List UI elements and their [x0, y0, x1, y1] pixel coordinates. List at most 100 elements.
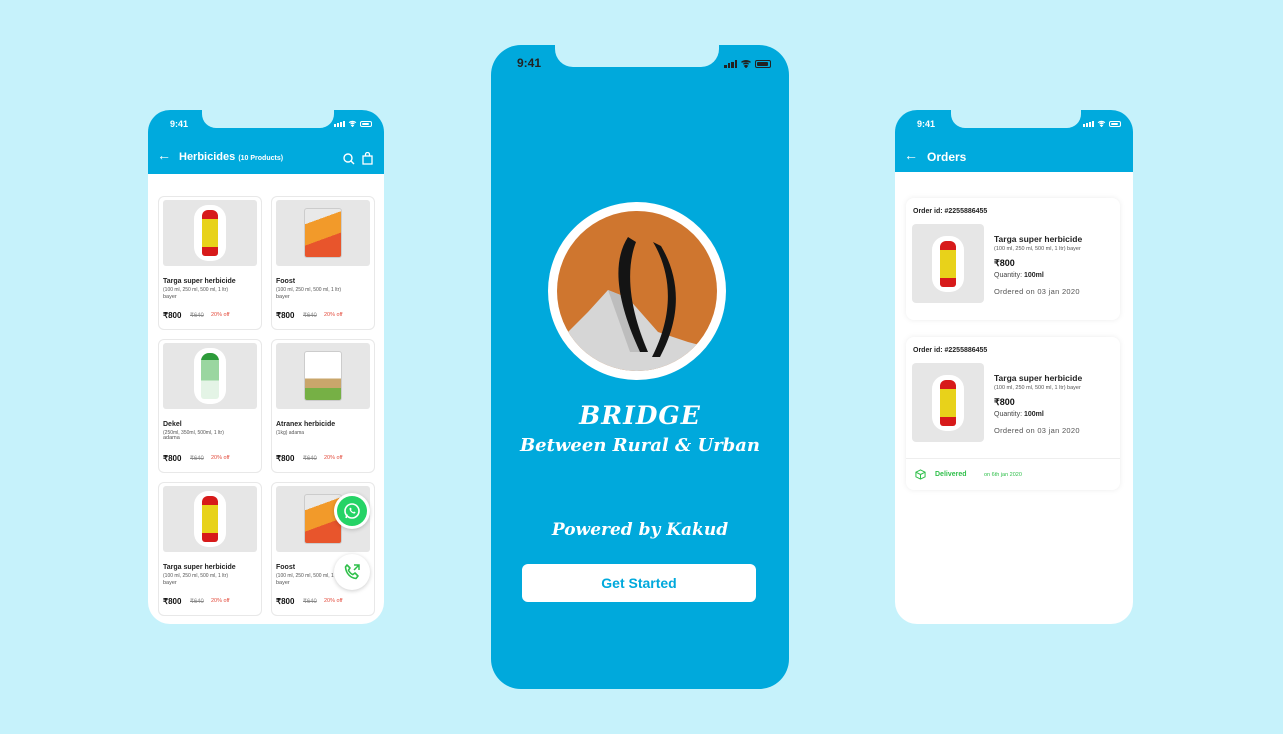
product-mrp: ₹640 [303, 456, 317, 462]
order-date: Ordered on 03 jan 2020 [994, 287, 1080, 296]
product-variants: (100 ml, 250 ml, 500 ml, 1 ltr) [276, 573, 342, 579]
status-icons [724, 59, 771, 68]
product-mrp: ₹640 [190, 313, 204, 319]
delivery-date: on 6th jan 2020 [984, 472, 1022, 478]
app-title: BRIDGE [579, 401, 701, 430]
order-card[interactable]: Order id: #2255886455 Targa super herbic… [906, 337, 1120, 490]
phone-notch [202, 110, 334, 128]
product-image [163, 343, 257, 409]
call-button[interactable] [334, 554, 370, 590]
discount-label: 20% off [324, 455, 343, 461]
battery-icon [755, 60, 771, 68]
product-card[interactable]: Dekel (250ml, 350ml, 500ml, 1 ltr) adama… [158, 339, 262, 473]
order-card[interactable]: Order id: #2255886455 Targa super herbic… [906, 198, 1120, 320]
product-image [163, 200, 257, 266]
signal-icon [334, 121, 345, 127]
bag-icon[interactable] [362, 152, 373, 165]
whatsapp-button[interactable] [334, 493, 370, 529]
product-brand: adama [163, 435, 180, 441]
product-variants: (100 ml, 250 ml, 500 ml, 1 ltr) [163, 287, 229, 293]
status-icons [334, 120, 372, 127]
powered-by-label: Powered by Kakud [551, 520, 729, 540]
product-brand: bayer [163, 294, 177, 300]
order-id: Order id: #2255886455 [913, 347, 988, 354]
phone-notch [951, 110, 1081, 128]
status-time: 9:41 [917, 119, 936, 129]
status-time: 9:41 [170, 119, 189, 129]
discount-label: 20% off [324, 312, 343, 318]
phone-call-icon [344, 564, 360, 580]
product-mrp: ₹640 [190, 599, 204, 605]
product-card[interactable]: Targa super herbicide (100 ml, 250 ml, 5… [158, 482, 262, 616]
wifi-icon [741, 60, 751, 68]
product-image [276, 343, 370, 409]
product-name: Foost [276, 564, 296, 571]
product-card[interactable]: Atranex herbicide (1kg) adama ₹800 ₹640 … [271, 339, 375, 473]
delivery-status: Delivered [935, 471, 967, 478]
product-name: Targa super herbicide [163, 278, 236, 285]
discount-label: 20% off [211, 598, 230, 604]
product-card[interactable]: Targa super herbicide (100 ml, 250 ml, 5… [158, 196, 262, 330]
product-price: ₹800 [163, 597, 182, 606]
signal-icon [1083, 121, 1094, 127]
discount-label: 20% off [211, 312, 230, 318]
back-arrow-icon[interactable]: ← [157, 147, 171, 163]
order-price: ₹800 [994, 397, 1015, 407]
back-arrow-icon[interactable]: ← [904, 147, 918, 163]
product-image [276, 200, 370, 266]
order-quantity: Quantity: 100ml [994, 411, 1044, 418]
order-quantity: Quantity: 100ml [994, 272, 1044, 279]
product-price: ₹800 [163, 311, 182, 320]
page-title: Orders [927, 150, 967, 164]
product-mrp: ₹640 [303, 313, 317, 319]
discount-label: 20% off [211, 455, 230, 461]
card-divider [906, 458, 1120, 459]
order-product-variants: (100 ml, 250 ml, 500 ml, 1 ltr) bayer [994, 246, 1081, 252]
page-title: Herbicides (10 Products) [179, 151, 283, 163]
order-product-name: Targa super herbicide [994, 373, 1083, 383]
product-price: ₹800 [276, 311, 295, 320]
product-card[interactable]: Foost (100 ml, 250 ml, 500 ml, 1 ltr) ba… [271, 196, 375, 330]
order-product-variants: (100 ml, 250 ml, 500 ml, 1 ltr) bayer [994, 385, 1081, 391]
product-list-screen: 9:41 ← Herbicides (10 Products) Targa su… [148, 110, 384, 624]
product-name: Targa super herbicide [163, 564, 236, 571]
category-title: Herbicides [179, 151, 236, 163]
battery-icon [1109, 121, 1121, 127]
product-mrp: ₹640 [303, 599, 317, 605]
package-icon [915, 469, 926, 480]
battery-icon [360, 121, 372, 127]
order-date: Ordered on 03 jan 2020 [994, 426, 1080, 435]
discount-label: 20% off [324, 598, 343, 604]
product-price: ₹800 [276, 597, 295, 606]
product-name: Atranex herbicide [276, 421, 336, 428]
phone-notch [555, 45, 719, 67]
product-count: (10 Products) [238, 155, 284, 162]
brand-logo [548, 202, 726, 380]
product-name: Dekel [163, 421, 182, 428]
get-started-button[interactable]: Get Started [522, 564, 756, 602]
splash-screen: 9:41 BRIDGE Between Rural & Urban Powere… [491, 45, 789, 689]
product-variants: (1kg) adama [276, 430, 305, 436]
order-price: ₹800 [994, 258, 1015, 268]
status-icons [1083, 120, 1121, 127]
search-icon[interactable] [343, 153, 355, 165]
wifi-icon [348, 120, 357, 127]
app-tagline: Between Rural & Urban [519, 435, 761, 456]
product-variants: (100 ml, 250 ml, 500 ml, 1 ltr) [276, 287, 342, 293]
order-product-image [912, 224, 984, 303]
signal-icon [724, 60, 737, 68]
product-name: Foost [276, 278, 296, 285]
product-brand: bayer [276, 580, 290, 586]
product-brand: bayer [276, 294, 290, 300]
product-image [163, 486, 257, 552]
product-price: ₹800 [276, 454, 295, 463]
product-mrp: ₹640 [190, 456, 204, 462]
order-product-name: Targa super herbicide [994, 234, 1083, 244]
product-variants: (100 ml, 250 ml, 500 ml, 1 ltr) [163, 573, 229, 579]
wifi-icon [1097, 120, 1106, 127]
order-id: Order id: #2255886455 [913, 208, 988, 215]
product-price: ₹800 [163, 454, 182, 463]
status-time: 9:41 [517, 56, 542, 70]
product-brand: bayer [163, 580, 177, 586]
whatsapp-icon [337, 496, 367, 526]
